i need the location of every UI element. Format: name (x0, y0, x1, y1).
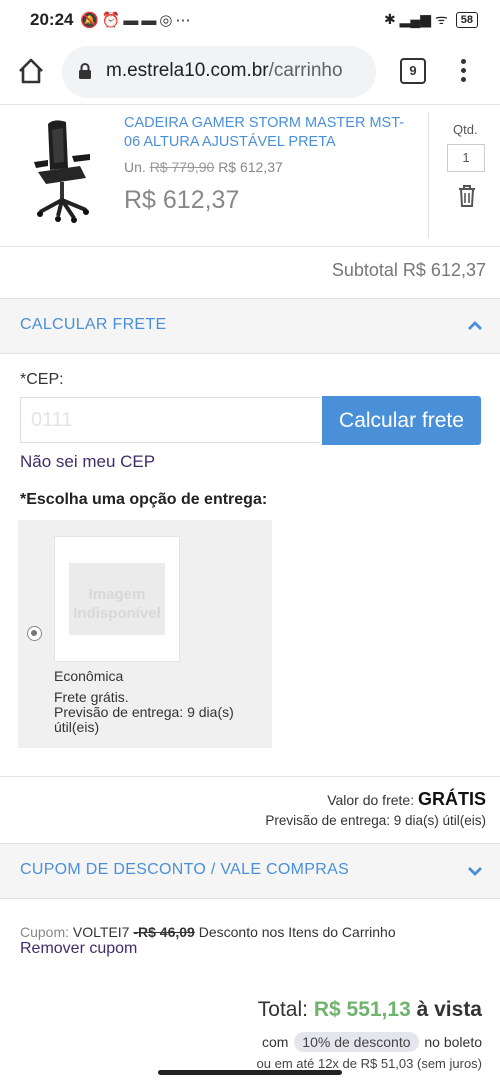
unknown-cep-link[interactable]: Não sei meu CEP (20, 452, 155, 472)
url-text: m.estrela10.com.br/carrinho (106, 60, 343, 82)
coupon-section-header[interactable]: CUPOM DE DESCONTO / VALE COMPRAS (0, 843, 500, 899)
applied-coupon: Cupom: VOLTEI7 -R$ 46,09 Desconto nos It… (20, 924, 396, 940)
delivery-option-details: Frete grátis. Previsão de entrega: 9 dia… (54, 690, 264, 735)
divider (0, 776, 500, 777)
chevron-up-icon (468, 321, 482, 330)
quantity-column: Qtd. 1 (428, 112, 500, 238)
subtotal: Subtotal R$ 612,37 (331, 260, 486, 280)
delivery-option-line2: Previsão de entrega: 9 dia(s) útil(eis) (54, 704, 234, 735)
status-bar: 20:24 🔕⏰▬▬◎⋯ ✱ ▂▄▆ ᯤ 58 (0, 0, 500, 40)
cep-input[interactable]: 0111 (20, 397, 320, 443)
unit-price-value: R$ 612,37 (218, 159, 283, 175)
delivery-option-line1: Frete grátis. (54, 689, 129, 705)
shipping-value-amount: GRÁTIS (417, 789, 486, 809)
coupon-label: Cupom: (20, 924, 70, 940)
quantity-label: Qtd. (453, 122, 478, 137)
signal-wifi-icons: ✱ ▂▄▆ ᯤ (384, 11, 448, 27)
image-unavailable-placeholder: Imagem Indisponível (54, 536, 180, 662)
delivery-option-name: Econômica (54, 668, 124, 684)
shipping-section-title: CALCULAR FRETE (20, 316, 167, 333)
total-label: Total: (257, 998, 308, 1021)
coupon-discount: -R$ 46,09 (133, 924, 195, 940)
discount-badge: 10% de desconto (294, 1032, 419, 1052)
status-time: 20:24 (30, 10, 74, 29)
trash-icon[interactable] (457, 184, 477, 208)
shipping-value-label: Valor do frete: (327, 792, 415, 808)
cep-label: *CEP: (20, 371, 64, 388)
lock-icon (79, 63, 91, 79)
calculate-shipping-button[interactable]: Calcular frete (322, 396, 481, 445)
installments: ou em até 12x de R$ 51,03 (sem juros) (256, 1056, 482, 1071)
home-icon[interactable] (16, 56, 46, 86)
placeholder-text-line2: Indisponível (73, 605, 161, 622)
placeholder-text: Imagem Indisponível (55, 585, 179, 623)
order-total: Total: R$ 551,13 à vista (258, 998, 482, 1022)
total-suffix: à vista (416, 998, 482, 1021)
shipping-section-header[interactable]: CALCULAR FRETE (0, 298, 500, 354)
item-total-price: R$ 612,37 (124, 186, 240, 214)
url-domain: m.estrela10.com.br (106, 60, 269, 81)
delivery-options-title: *Escolha uma opção de entrega: (20, 491, 268, 508)
boleto-suffix: no boleto (424, 1034, 482, 1050)
system-icons: ✱ ▂▄▆ ᯤ 58 (384, 10, 478, 29)
chevron-down-icon (468, 867, 482, 876)
product-name-link[interactable]: CADEIRA GAMER STORM MASTER MST-06 ALTURA… (124, 114, 420, 152)
coupon-code: VOLTEI7 (72, 924, 130, 940)
cart-item: CADEIRA GAMER STORM MASTER MST-06 ALTURA… (0, 106, 500, 247)
unit-price: Un. R$ 779,90 R$ 612,37 (124, 159, 283, 175)
notification-icons: 🔕⏰▬▬◎⋯ (80, 12, 194, 29)
unit-label: Un. (124, 159, 146, 175)
tab-switcher-button[interactable]: 9 (400, 58, 426, 84)
battery-icon: 58 (455, 11, 478, 28)
url-path: /carrinho (268, 60, 343, 81)
shipping-value: Valor do frete: GRÁTIS (327, 789, 486, 810)
product-image[interactable] (28, 116, 98, 226)
old-price: R$ 779,90 (149, 159, 215, 175)
boleto-prefix: com (261, 1034, 289, 1050)
total-amount: R$ 551,13 (313, 998, 411, 1021)
boleto-discount: com 10% de desconto no boleto (262, 1032, 482, 1052)
home-indicator[interactable] (158, 1070, 342, 1075)
shipping-forecast: Previsão de entrega: 9 dia(s) útil(eis) (265, 813, 486, 828)
coupon-description: Desconto nos Itens do Carrinho (198, 924, 396, 940)
delivery-option-economica[interactable]: Imagem Indisponível Econômica Frete gráti… (18, 520, 272, 748)
coupon-section-title: CUPOM DE DESCONTO / VALE COMPRAS (20, 861, 350, 878)
delivery-option-radio[interactable] (27, 626, 42, 641)
quantity-input[interactable]: 1 (447, 144, 485, 172)
browser-menu-icon[interactable] (455, 56, 471, 86)
browser-toolbar: m.estrela10.com.br/carrinho 9 (0, 40, 500, 105)
remove-coupon-link[interactable]: Remover cupom (20, 940, 137, 958)
placeholder-text-line1: Imagem (88, 586, 146, 603)
address-bar[interactable]: m.estrela10.com.br/carrinho (62, 46, 376, 98)
